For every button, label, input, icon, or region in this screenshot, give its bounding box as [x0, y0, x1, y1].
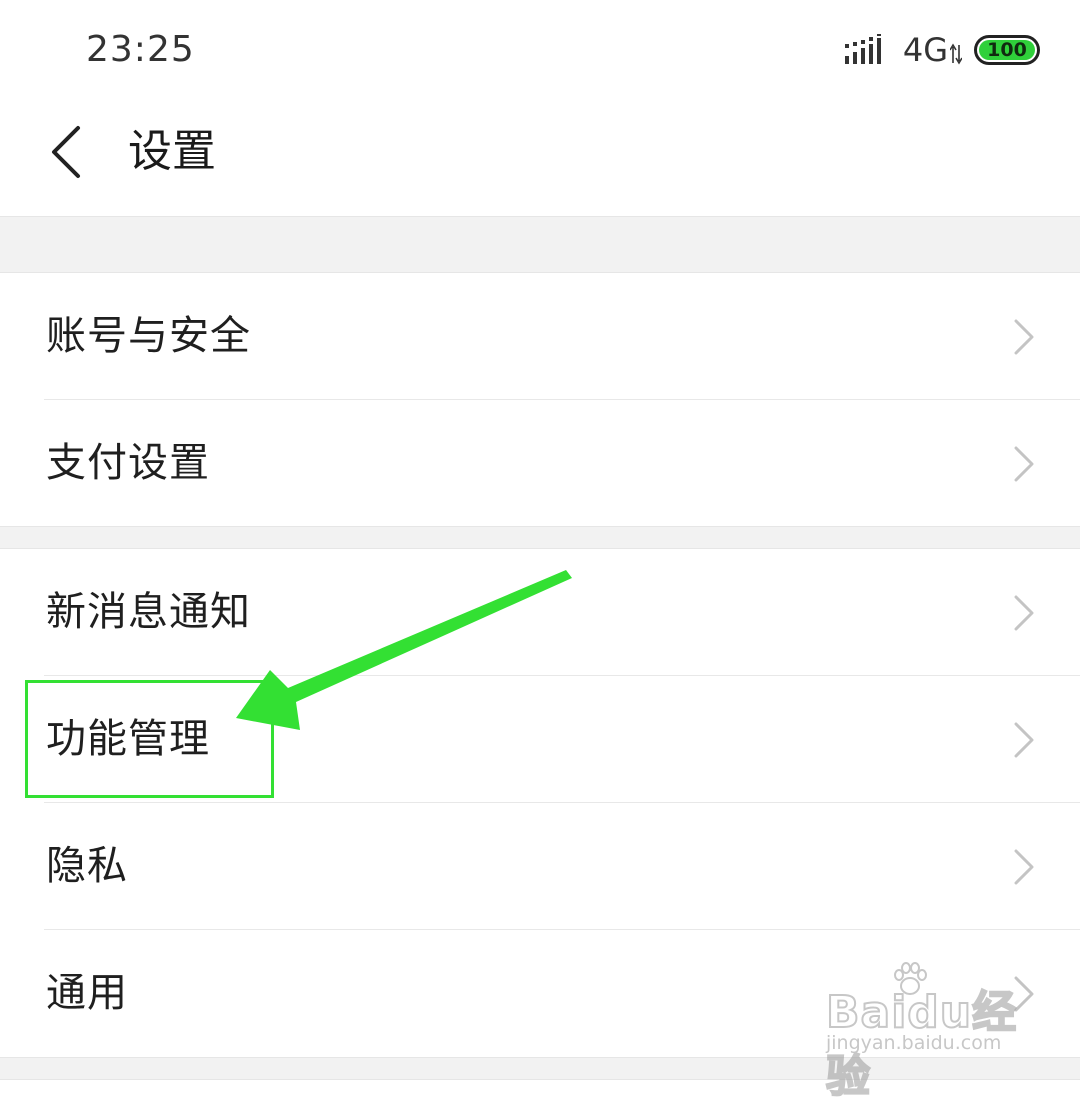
list-item-feature-management[interactable]: 功能管理: [0, 676, 1080, 803]
battery-level: 100: [987, 39, 1027, 61]
status-indicators: 4G 100: [844, 31, 1040, 69]
section-gap: [0, 1057, 1080, 1080]
settings-group-general: 新消息通知 功能管理 隐私 通用: [0, 549, 1080, 1057]
chevron-right-icon: [1014, 976, 1034, 1012]
chevron-right-icon: [1014, 595, 1034, 631]
battery-fill: 100: [979, 40, 1035, 60]
list-item-label: 新消息通知: [46, 589, 251, 635]
chevron-right-icon: [1014, 849, 1034, 885]
chevron-right-icon: [1014, 722, 1034, 758]
network-type: 4G: [902, 31, 948, 69]
data-arrows-icon: [950, 43, 962, 65]
list-item-label: 功能管理: [46, 716, 210, 762]
list-item-label: 通用: [46, 970, 128, 1016]
settings-group-account: 账号与安全 支付设置: [0, 273, 1080, 527]
section-gap: [0, 526, 1080, 549]
page-title: 设置: [128, 126, 216, 177]
list-item-privacy[interactable]: 隐私: [0, 803, 1080, 930]
section-gap: [0, 216, 1080, 273]
status-bar: 23:25 4G 100: [0, 0, 1080, 100]
chevron-left-icon[interactable]: [44, 124, 88, 180]
battery-icon: 100: [974, 35, 1040, 65]
list-item-label: 隐私: [46, 843, 128, 889]
list-item-payment-settings[interactable]: 支付设置: [0, 400, 1080, 527]
list-item-notifications[interactable]: 新消息通知: [0, 549, 1080, 676]
signal-bars-icon: [844, 34, 881, 64]
status-time: 23:25: [86, 29, 195, 70]
chevron-right-icon: [1014, 446, 1034, 482]
chevron-right-icon: [1014, 319, 1034, 355]
list-item-label: 支付设置: [46, 440, 210, 486]
list-item-general[interactable]: 通用: [0, 930, 1080, 1057]
list-item-label: 账号与安全: [46, 313, 251, 359]
list-item-account-security[interactable]: 账号与安全: [0, 273, 1080, 400]
header: 设置: [0, 100, 1080, 216]
